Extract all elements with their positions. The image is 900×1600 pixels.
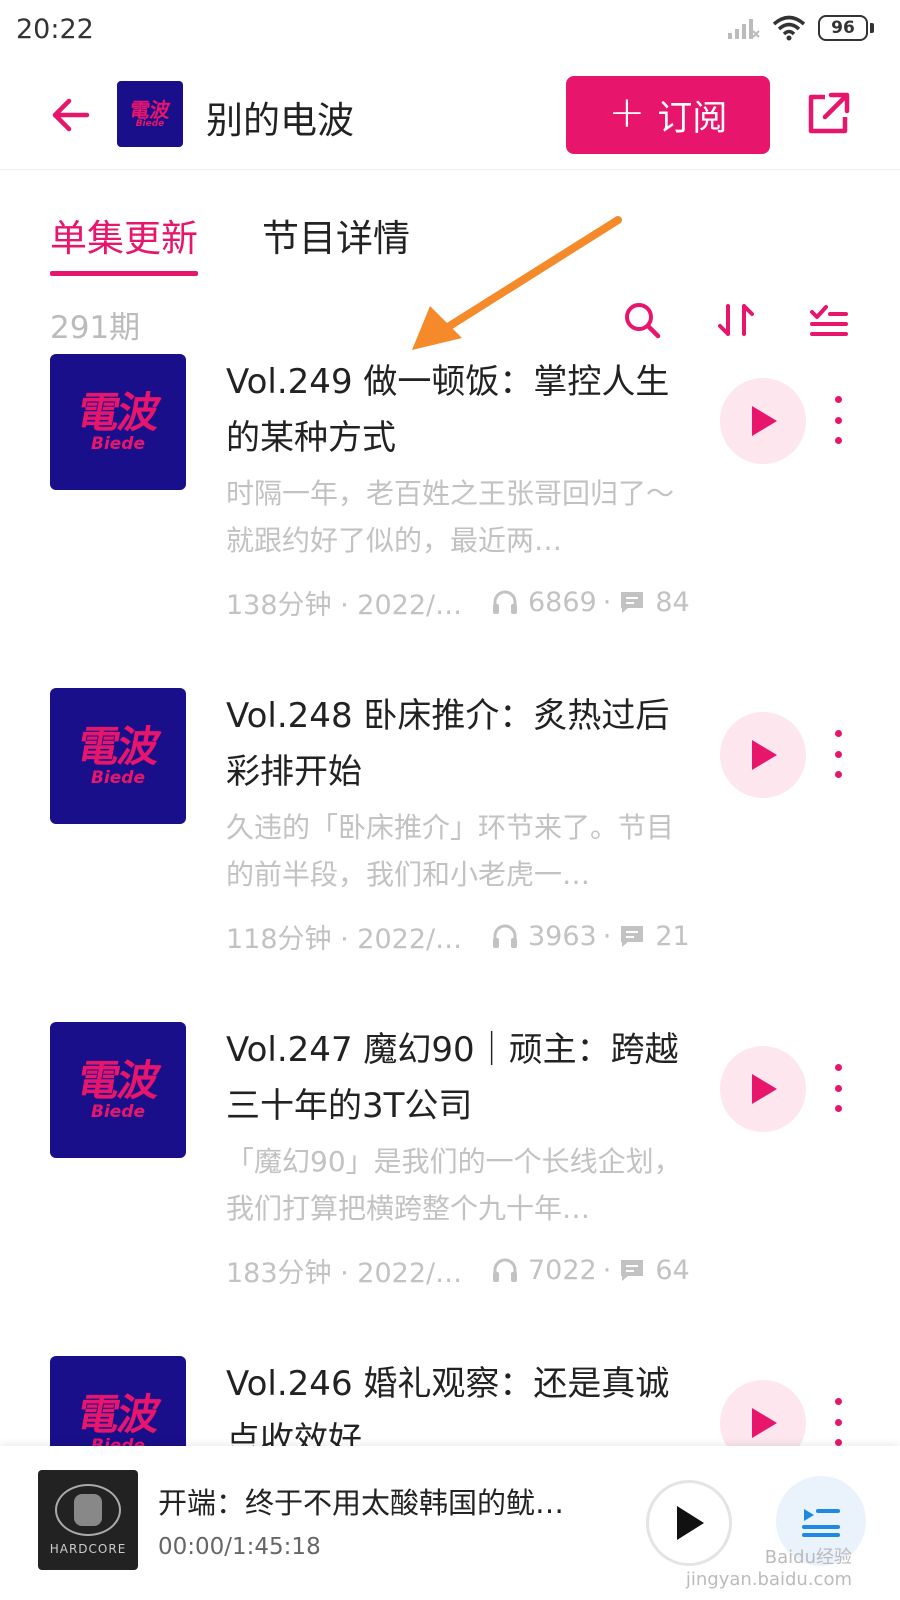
episode-description: 时隔一年，老百姓之王张哥回归了～ 就跟约好了似的，最近两…: [226, 477, 675, 557]
player-time: 00:00/1:45:18: [158, 1534, 321, 1560]
episode-title: Vol.247 魔幻90｜顽主：跨越三十年的3T公司: [226, 1030, 679, 1126]
meta-separator: ·: [602, 586, 612, 618]
episode-cover: 電波 Biede: [50, 688, 186, 824]
tab-episodes[interactable]: 单集更新: [50, 208, 198, 276]
search-button[interactable]: [618, 296, 666, 344]
comment-icon: [617, 921, 647, 951]
player-cover[interactable]: HARDCORE: [38, 1470, 138, 1570]
cover-text: 電波: [73, 1055, 163, 1105]
plus-icon: +: [608, 87, 646, 138]
status-time: 20:22: [16, 14, 94, 45]
episode-meta: 183分钟 · 2022/… 7022 · 64: [226, 1250, 696, 1290]
play-icon: [752, 1074, 777, 1104]
multi-select-button[interactable]: [804, 296, 852, 344]
play-icon: [752, 740, 777, 770]
comment-icon: [617, 1255, 647, 1285]
cellular-signal-icon: [728, 19, 760, 39]
cover-subtext: Biede: [90, 767, 145, 788]
episode-play-button[interactable]: [720, 1046, 806, 1132]
battery-icon: 96: [818, 15, 874, 41]
episode-item[interactable]: 電波 Biede Vol.248 卧床推介：炙热过后彩排开始 久违的「卧床推介」…: [0, 688, 900, 1018]
episode-cover: 電波 Biede: [50, 1356, 186, 1446]
headphones-icon: [490, 921, 520, 951]
meta-separator: ·: [602, 1254, 612, 1286]
watermark-line1: Baidu经验: [764, 1547, 852, 1568]
more-options-button[interactable]: [826, 1064, 850, 1112]
episode-meta: 138分钟 · 2022/… 6869 · 84: [226, 582, 696, 622]
episode-duration-date: 138分钟 · 2022/…: [226, 589, 463, 621]
play-icon: [752, 1408, 777, 1438]
play-icon: [752, 406, 777, 436]
cover-text: 電波: [73, 1389, 163, 1439]
sort-button[interactable]: [712, 296, 760, 344]
subscribe-button[interactable]: + 订阅: [566, 76, 770, 154]
watermark-line2: jingyan.baidu.com: [685, 1569, 852, 1590]
share-button[interactable]: [796, 82, 860, 146]
episode-cover: 電波 Biede: [50, 1022, 186, 1158]
more-dot-icon: [834, 730, 842, 737]
more-dot-icon: [834, 1064, 842, 1071]
tab-bar: 单集更新 节目详情: [50, 208, 410, 278]
episode-comments: 84: [655, 586, 690, 618]
headphones-icon: [490, 1255, 520, 1285]
episode-item[interactable]: 電波 Biede Vol.249 做一顿饭：掌控人生的某种方式 时隔一年，老百姓…: [0, 354, 900, 684]
tab-details[interactable]: 节目详情: [262, 208, 410, 270]
more-options-button[interactable]: [826, 1398, 850, 1446]
episode-plays: 7022: [528, 1254, 597, 1286]
episode-duration-date: 118分钟 · 2022/…: [226, 923, 463, 955]
cover-text: 電波: [73, 387, 163, 437]
more-dot-icon: [834, 1398, 842, 1405]
more-options-button[interactable]: [826, 396, 850, 444]
play-icon: [677, 1506, 704, 1540]
episode-item[interactable]: 電波 Biede Vol.246 婚礼观察：还是真诚点收效好: [0, 1356, 900, 1446]
list-toolbar: 291期: [0, 292, 900, 352]
episode-duration-date: 183分钟 · 2022/…: [226, 1257, 463, 1289]
podcast-logo[interactable]: 電波 Biede: [117, 81, 183, 147]
episode-meta: 118分钟 · 2022/… 3963 · 21: [226, 916, 696, 956]
episode-title: Vol.249 做一顿饭：掌控人生的某种方式: [226, 362, 670, 458]
battery-level: 96: [818, 15, 868, 41]
mini-player[interactable]: HARDCORE 开端：终于不用太酸韩国的鱿… 00:00/1:45:18 Ba…: [0, 1446, 900, 1600]
cover-subtext: Biede: [90, 433, 145, 454]
page-title: 别的电波: [206, 99, 354, 142]
episode-comments: 21: [655, 920, 690, 952]
cover-subtext: Biede: [90, 1101, 145, 1122]
subscribe-label: 订阅: [657, 98, 728, 139]
episode-play-button[interactable]: [720, 378, 806, 464]
player-title[interactable]: 开端：终于不用太酸韩国的鱿…: [158, 1480, 598, 1522]
cover-brand-text: HARDCORE: [49, 1542, 127, 1556]
episode-item[interactable]: 電波 Biede Vol.247 魔幻90｜顽主：跨越三十年的3T公司 「魔幻9…: [0, 1022, 900, 1352]
episode-cover: 電波 Biede: [50, 354, 186, 490]
episode-title: Vol.246 婚礼观察：还是真诚点收效好: [226, 1364, 670, 1446]
comment-icon: [617, 587, 647, 617]
episode-plays: 3963: [528, 920, 597, 952]
more-options-button[interactable]: [826, 730, 850, 778]
back-button[interactable]: [40, 84, 102, 146]
share-icon: [808, 92, 850, 134]
episode-play-button[interactable]: [720, 712, 806, 798]
search-icon: [625, 303, 661, 339]
header: 電波 Biede 别的电波 + 订阅: [0, 62, 900, 170]
wifi-icon: [772, 15, 806, 41]
episode-comments: 64: [655, 1254, 690, 1286]
sort-icon: [718, 304, 754, 336]
episode-count: 291期: [50, 310, 141, 346]
playlist-icon: [802, 1509, 840, 1537]
headphones-icon: [490, 587, 520, 617]
logo-text: 電波: [128, 97, 172, 122]
episode-title: Vol.248 卧床推介：炙热过后彩排开始: [226, 696, 670, 792]
episode-play-button[interactable]: [720, 1380, 806, 1446]
more-dot-icon: [834, 396, 842, 403]
status-icons: 96: [726, 14, 874, 42]
status-bar: 20:22 96: [0, 0, 900, 62]
episode-description: 「魔幻90」是我们的一个长线企划，我们打算把横跨整个九十年…: [226, 1145, 682, 1225]
cover-art-icon: [55, 1484, 121, 1536]
episode-description: 久违的「卧床推介」环节来了。节目的前半段，我们和小老虎一…: [226, 811, 675, 891]
arrow-left-icon: [52, 98, 90, 132]
episode-plays: 6869: [528, 586, 597, 618]
watermark: Baidu经验 jingyan.baidu.com: [686, 1543, 852, 1590]
checklist-icon: [810, 305, 848, 336]
meta-separator: ·: [602, 920, 612, 952]
cover-text: 電波: [73, 721, 163, 771]
